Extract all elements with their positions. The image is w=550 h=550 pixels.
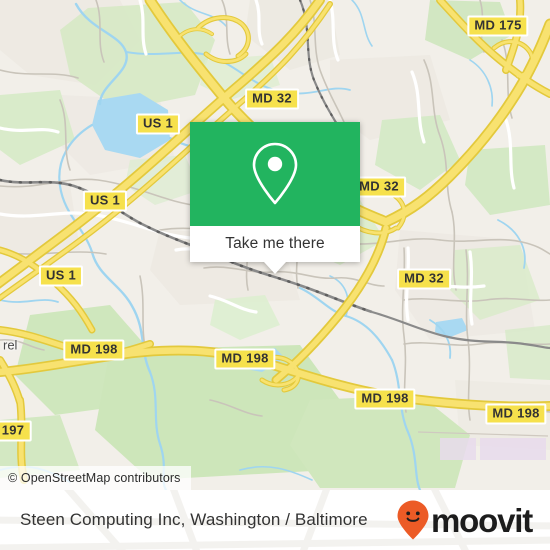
route-shield: MD 198 xyxy=(214,348,276,370)
route-shield-label: 197 xyxy=(1,422,25,438)
place-title: Steen Computing Inc, Washington / Baltim… xyxy=(20,510,368,529)
moovit-logo[interactable]: moovit xyxy=(396,499,533,541)
osm-attribution[interactable]: © OpenStreetMap contributors xyxy=(0,466,191,490)
moovit-smiley-pin-icon xyxy=(397,500,429,540)
callout-header xyxy=(190,122,360,226)
route-shield-label: MD 32 xyxy=(252,90,292,106)
route-shield-label: US 1 xyxy=(89,192,121,208)
place-label: rel xyxy=(3,337,18,353)
take-me-there-button[interactable]: Take me there xyxy=(190,226,360,262)
route-shield: 197 xyxy=(0,420,32,442)
map-screenshot: MD 175 MD 32 US 1 MD 32 US 1 MD 32 US 1 MD 198 M… xyxy=(0,0,550,550)
route-shield: MD 32 xyxy=(352,176,406,198)
footer-bar: Steen Computing Inc, Washington / Baltim… xyxy=(0,490,550,550)
location-callout-card[interactable]: Take me there xyxy=(190,122,360,274)
route-shield-label: MD 198 xyxy=(361,390,409,406)
attribution-text: © OpenStreetMap contributors xyxy=(8,471,181,485)
route-shield-label: US 1 xyxy=(45,267,77,283)
route-shield: MD 32 xyxy=(245,88,299,110)
route-shield: US 1 xyxy=(38,265,84,287)
route-shield: US 1 xyxy=(82,190,128,212)
route-shield-label: MD 198 xyxy=(492,405,540,421)
route-shield-label: MD 198 xyxy=(221,350,269,366)
route-shield: MD 175 xyxy=(467,15,529,37)
route-shield-label: MD 32 xyxy=(404,270,444,286)
route-shield-label: MD 198 xyxy=(70,341,118,357)
route-shield: MD 198 xyxy=(485,403,547,425)
route-shield: MD 198 xyxy=(63,339,125,361)
route-shield: US 1 xyxy=(135,113,181,135)
callout-pointer xyxy=(264,262,286,274)
route-shield-label: MD 175 xyxy=(474,17,522,33)
route-shield: MD 32 xyxy=(397,268,451,290)
route-shield: MD 198 xyxy=(354,388,416,410)
moovit-wordmark: moovit xyxy=(431,501,533,539)
route-shield-label: MD 32 xyxy=(359,178,399,194)
map-pin-icon xyxy=(252,142,298,205)
take-me-there-label: Take me there xyxy=(225,235,325,252)
route-shield-label: US 1 xyxy=(142,115,174,131)
